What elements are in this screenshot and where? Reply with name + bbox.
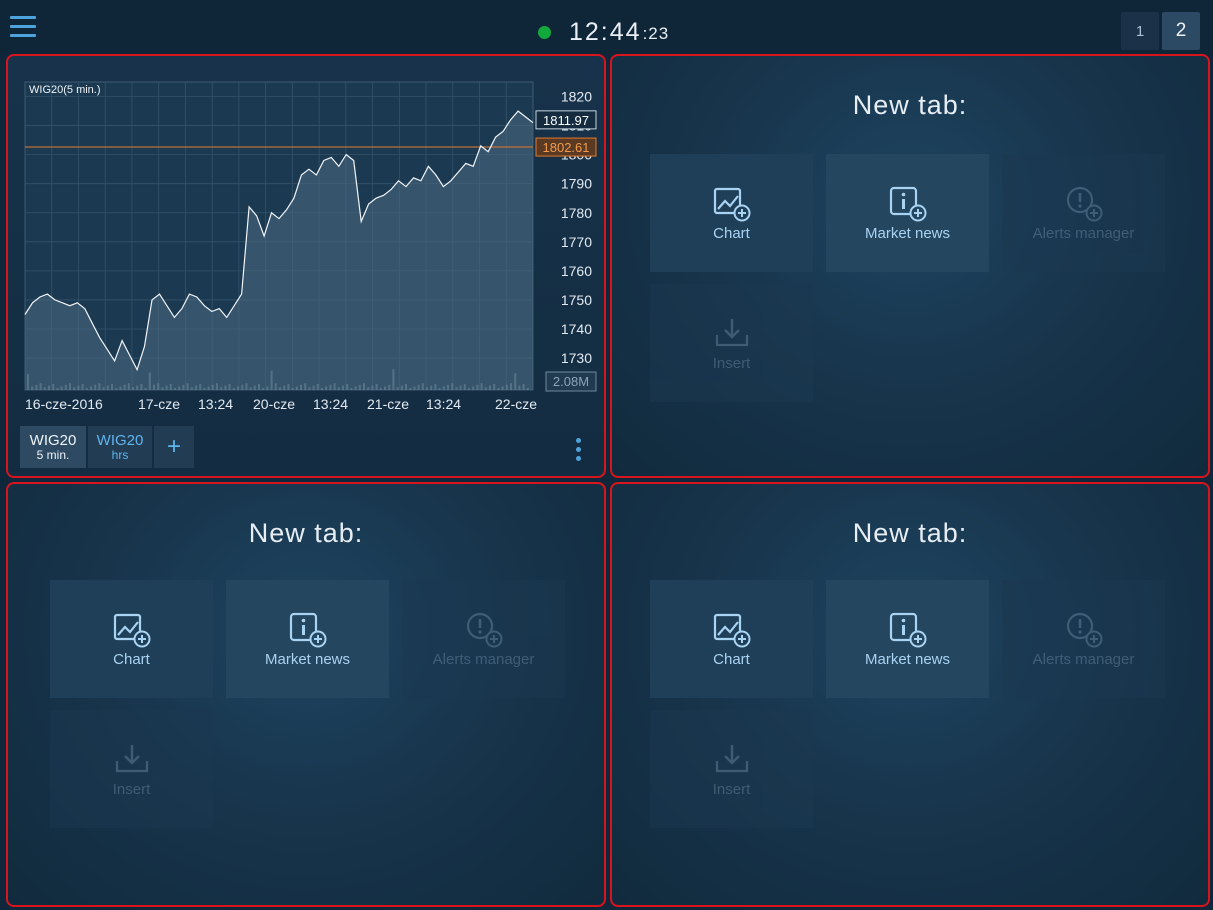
new-tab-panel-bottom-right: New tab: Chart Market news Alerts manage… bbox=[610, 482, 1210, 907]
info-add-icon bbox=[889, 612, 926, 647]
reference-price-badge: 1802.61 bbox=[535, 137, 597, 157]
wig20-chart[interactable]: WIG20(5 min.) 1730 1740 1750 1760 1770 1780 17… bbox=[8, 56, 604, 476]
x-tick-label: 13:24 bbox=[198, 396, 233, 412]
insert-tile: Insert bbox=[650, 710, 813, 828]
volume-badge: 2.08M bbox=[545, 371, 597, 392]
y-tick-label: 1820 bbox=[561, 89, 592, 105]
market-news-tile[interactable]: Market news bbox=[226, 580, 389, 698]
y-tick-label: 1750 bbox=[561, 292, 592, 308]
clock-seconds: :23 bbox=[642, 24, 670, 43]
chart-add-icon bbox=[113, 613, 150, 647]
chart-title: WIG20(5 min.) bbox=[29, 84, 101, 96]
alerts-manager-tile: Alerts manager bbox=[402, 580, 565, 698]
workspace-2-button[interactable]: 2 bbox=[1162, 12, 1200, 50]
x-tick-label: 13:24 bbox=[313, 396, 348, 412]
chart-panel: WIG20(5 min.) 1730 1740 1750 1760 1770 1780 17… bbox=[6, 54, 606, 478]
volume-label: 2.08M bbox=[553, 374, 589, 389]
insert-icon bbox=[715, 318, 748, 346]
new-tab-title: New tab: bbox=[248, 518, 364, 548]
tab-interval: hrs bbox=[111, 447, 129, 462]
tile-label: Market news bbox=[264, 650, 351, 668]
workspace-1-button[interactable]: 1 bbox=[1121, 12, 1159, 50]
info-add-icon bbox=[889, 186, 926, 221]
tile-label: Chart bbox=[713, 224, 750, 242]
alert-add-icon bbox=[1066, 186, 1102, 221]
hamburger-menu-icon[interactable] bbox=[10, 16, 38, 40]
x-axis-labels: 16-cze-2016 17-cze 13:24 20-cze 13:24 21-cze 1… bbox=[25, 396, 537, 412]
new-tab-title: New tab: bbox=[852, 518, 968, 548]
chart-tab-wig20-hrs[interactable]: WIG20 hrs bbox=[88, 426, 152, 468]
y-axis-labels: 1730174017501760177017801790180018101820 bbox=[561, 89, 592, 367]
alerts-manager-tile: Alerts manager bbox=[1002, 580, 1165, 698]
x-tick-label: 22-cze bbox=[495, 396, 537, 412]
x-tick-label: 13:24 bbox=[426, 396, 461, 412]
insert-tile: Insert bbox=[650, 284, 813, 402]
last-price-label: 1811.97 bbox=[543, 113, 589, 128]
x-tick-label: 20-cze bbox=[253, 396, 295, 412]
insert-tile: Insert bbox=[50, 710, 213, 828]
y-tick-label: 1740 bbox=[561, 321, 592, 337]
tile-label: Chart bbox=[113, 650, 150, 668]
new-tab-title: New tab: bbox=[852, 90, 968, 120]
chart-tab-wig20-5min[interactable]: WIG20 5 min. bbox=[20, 426, 86, 468]
top-bar: 12:44 :23 1 2 bbox=[0, 0, 1213, 54]
y-tick-label: 1760 bbox=[561, 263, 592, 279]
chart-tile[interactable]: Chart bbox=[650, 580, 813, 698]
chart-tile[interactable]: Chart bbox=[650, 154, 813, 272]
plus-icon: + bbox=[166, 433, 181, 460]
new-tab-panel-bottom-left: New tab: Chart Market news Alerts manage… bbox=[6, 482, 606, 907]
tile-label: Chart bbox=[713, 650, 750, 668]
tile-label: Insert bbox=[112, 780, 151, 798]
add-chart-tab-button[interactable]: + bbox=[154, 426, 194, 468]
chart-tile[interactable]: Chart bbox=[50, 580, 213, 698]
connection-status-icon bbox=[538, 25, 551, 39]
insert-icon bbox=[715, 744, 748, 772]
chart-add-icon bbox=[713, 187, 750, 221]
y-tick-label: 1730 bbox=[561, 350, 592, 366]
alert-add-icon bbox=[466, 612, 502, 647]
tile-label: Insert bbox=[712, 780, 751, 798]
y-tick-label: 1770 bbox=[561, 234, 592, 250]
tab-symbol: WIG20 bbox=[29, 431, 77, 449]
info-add-icon bbox=[289, 612, 326, 647]
y-tick-label: 1780 bbox=[561, 205, 592, 221]
new-tab-panel-top-right: New tab: Chart Market news Alerts manage… bbox=[610, 54, 1210, 478]
tab-interval: 5 min. bbox=[36, 447, 70, 462]
insert-icon bbox=[115, 744, 148, 772]
y-tick-label: 1790 bbox=[561, 176, 592, 192]
more-options-icon[interactable] bbox=[574, 438, 584, 462]
market-news-tile[interactable]: Market news bbox=[826, 154, 989, 272]
clock: 12:44 :23 bbox=[538, 17, 669, 47]
x-tick-label: 17-cze bbox=[138, 396, 180, 412]
market-news-tile[interactable]: Market news bbox=[826, 580, 989, 698]
chart-tabs: WIG20 5 min. WIG20 hrs + bbox=[20, 426, 196, 468]
chart-add-icon bbox=[713, 613, 750, 647]
last-price-badge: 1811.97 bbox=[535, 110, 597, 130]
x-tick-label: 21-cze bbox=[367, 396, 409, 412]
tile-label: Insert bbox=[712, 354, 751, 372]
x-tick-label: 16-cze-2016 bbox=[25, 396, 103, 412]
tile-label: Market news bbox=[864, 650, 951, 668]
clock-time: 12:44 bbox=[569, 17, 642, 46]
tile-label: Alerts manager bbox=[432, 650, 535, 668]
tile-label: Alerts manager bbox=[1032, 650, 1135, 668]
reference-price-label: 1802.61 bbox=[543, 140, 590, 155]
alert-add-icon bbox=[1066, 612, 1102, 647]
tile-label: Market news bbox=[864, 224, 951, 242]
tile-label: Alerts manager bbox=[1032, 224, 1135, 242]
tab-symbol: WIG20 bbox=[96, 431, 144, 449]
alerts-manager-tile: Alerts manager bbox=[1002, 154, 1165, 272]
